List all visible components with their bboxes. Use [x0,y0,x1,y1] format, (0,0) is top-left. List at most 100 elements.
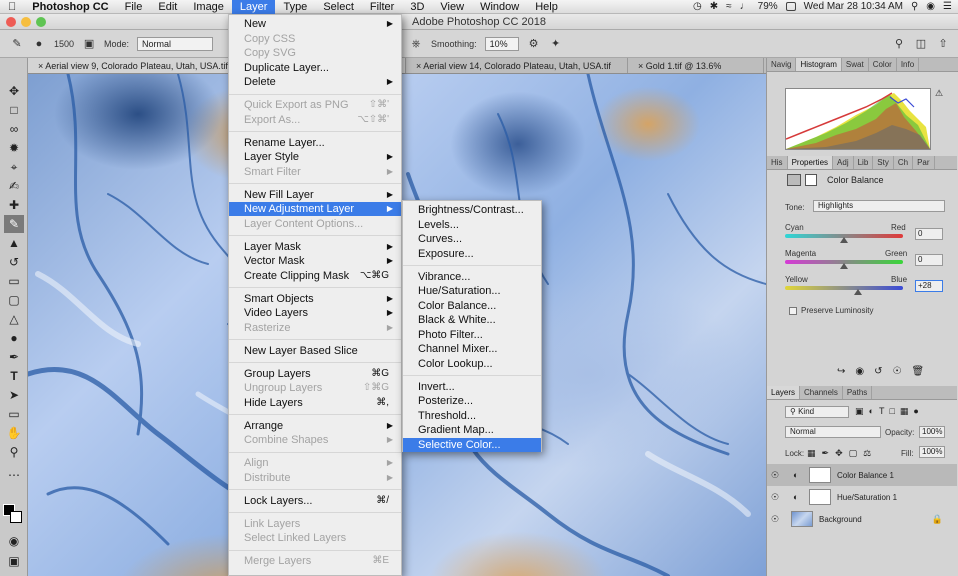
magenta-green-value[interactable]: 0 [915,254,943,266]
fill-input[interactable]: 100% [919,446,945,458]
tab-histogram[interactable]: Histogram [796,58,842,71]
workspace-icon[interactable]: ◫ [914,37,928,51]
layer-filter-select[interactable]: ⚲ Kind [785,406,849,418]
background-thumbnail[interactable] [791,511,813,527]
search-icon[interactable]: ⚲ [892,37,906,51]
menu-item-color-lookup[interactable]: Color Lookup... [403,357,541,371]
menu-window[interactable]: Window [472,0,527,14]
layer-mask-thumbnail[interactable] [809,467,831,483]
menu-item-exposure[interactable]: Exposure... [403,247,541,261]
menu-item-posterize[interactable]: Posterize... [403,394,541,408]
menu-type[interactable]: Type [275,0,315,14]
layer-name[interactable]: Color Balance 1 [837,471,894,480]
marquee-tool-icon[interactable]: □ [4,101,24,119]
tab-color[interactable]: Color [869,58,897,71]
apple-icon[interactable]:  [0,0,24,14]
menu-item-vibrance[interactable]: Vibrance... [403,270,541,284]
menu-item-create-clipping-mask[interactable]: Create Clipping Mask ⌥⌘G [229,269,401,283]
brush-panel-icon[interactable]: ▣ [82,37,96,51]
layer-row[interactable]: ☉ Background 🔒 [767,508,957,530]
tab-swatches[interactable]: Swat [842,58,869,71]
healing-tool-icon[interactable]: ✚ [4,196,24,214]
menu-item-layer-style[interactable]: Layer Style ▶ [229,150,401,164]
menu-item-selective-color[interactable]: Selective Color... [403,437,541,452]
menu-list-icon[interactable]: ☰ [943,1,952,12]
brush-tool-icon[interactable]: ✎ [4,215,24,233]
yellow-blue-value[interactable]: +28 [915,280,943,292]
tab-character[interactable]: Ch [894,156,914,169]
hand-tool-icon[interactable]: ✋ [4,424,24,442]
layer-mask-icon[interactable] [805,174,817,186]
tab-paths[interactable]: Paths [843,386,873,399]
lock-position-icon[interactable]: ✥ [835,448,843,459]
more-tools-icon[interactable]: ⋯ [4,466,24,484]
tab-document-3[interactable]: × Gold 1.tif @ 13.6% [628,58,764,73]
menu-item-hue-saturation[interactable]: Hue/Saturation... [403,284,541,298]
move-tool-icon[interactable]: ✥ [4,82,24,100]
eyedropper-tool-icon[interactable]: ✍ [4,177,24,195]
mode-select[interactable]: Normal [137,36,214,51]
lasso-tool-icon[interactable]: ∞ [4,120,24,138]
tab-properties[interactable]: Properties [787,156,834,169]
blur-tool-icon[interactable]: △ [4,310,24,328]
tab-document-2[interactable]: × Aerial view 14, Colorado Plateau, Utah… [406,58,628,73]
tab-adjustments[interactable]: Adj [833,156,854,169]
menu-view[interactable]: View [432,0,472,14]
menu-item-layer-mask[interactable]: Layer Mask ▶ [229,240,401,254]
menu-item-new-fill-layer[interactable]: New Fill Layer ▶ [229,188,401,202]
menu-image[interactable]: Image [185,0,232,14]
cyan-red-value[interactable]: 0 [915,228,943,240]
quick-select-tool-icon[interactable]: ✹ [4,139,24,157]
search-icon[interactable]: ⚲ [911,1,918,12]
menu-item-hide-layers[interactable]: Hide Layers ⌘, [229,396,401,410]
menu-item-duplicate-layer[interactable]: Duplicate Layer... [229,61,401,75]
eye-icon[interactable]: ☉ [767,492,783,503]
minimize-window-button[interactable] [21,17,31,27]
share-icon[interactable]: ⇧ [936,37,950,51]
close-window-button[interactable] [6,17,16,27]
menu-item-vector-mask[interactable]: Vector Mask ▶ [229,254,401,268]
dodge-tool-icon[interactable]: ● [4,329,24,347]
volume-icon[interactable]: ♩ [740,1,750,12]
eye-icon[interactable]: ☉ [767,514,783,525]
tab-info[interactable]: Info [897,58,920,71]
histogram-warning-icon[interactable]: ⚠ [935,88,943,99]
siri-icon[interactable]: ◉ [926,1,935,12]
smoothing-select[interactable]: 10% [484,36,519,51]
gear-icon[interactable]: ⚙ [527,37,541,51]
path-select-icon[interactable]: ➤ [4,386,24,404]
menu-item-black-white[interactable]: Black & White... [403,313,541,327]
brush-tool-icon[interactable]: ✎ [10,37,24,51]
airbrush-icon[interactable]: ⎈ [409,37,423,51]
layer-row[interactable]: ☉ ◐ Hue/Saturation 1 [767,486,957,508]
symmetry-icon[interactable]: ✦ [549,37,563,51]
menu-item-lock-layers[interactable]: Lock Layers... ⌘/ [229,494,401,508]
menu-item-video-layers[interactable]: Video Layers ▶ [229,306,401,320]
filter-toggle-icon[interactable]: ● [913,406,918,417]
menu-select[interactable]: Select [315,0,362,14]
menu-item-curves[interactable]: Curves... [403,232,541,246]
menu-item-new-adjustment-layer[interactable]: New Adjustment Layer ▶ [229,202,401,216]
cyan-red-thumb[interactable] [840,237,848,243]
tab-history[interactable]: His [767,156,788,169]
preserve-luminosity-checkbox[interactable] [789,307,797,315]
filter-type-icon[interactable]: T [879,406,885,417]
menu-app-name[interactable]: Photoshop CC [24,0,116,14]
shape-tool-icon[interactable]: ▭ [4,405,24,423]
battery-percent[interactable]: 79% [758,1,778,12]
reset-icon[interactable]: ↺ [874,366,882,377]
filter-pixel-icon[interactable]: ▣ [855,406,864,417]
menu-item-brightness-contrast[interactable]: Brightness/Contrast... [403,203,541,217]
screen-mode-icon[interactable]: ▣ [4,552,24,570]
clip-to-layer-icon[interactable]: ↪ [837,366,845,377]
menu-item-invert[interactable]: Invert... [403,380,541,394]
type-tool-icon[interactable]: T [4,367,24,385]
menu-item-smart-objects[interactable]: Smart Objects ▶ [229,292,401,306]
clock-icon[interactable]: ◷ [693,1,702,12]
quick-mask-icon[interactable]: ◉ [4,532,24,550]
menu-edit[interactable]: Edit [150,0,185,14]
view-previous-icon[interactable]: ◉ [855,366,864,377]
brush-preset-icon[interactable]: ● [32,37,46,51]
blend-mode-select[interactable]: Normal [785,426,881,438]
crop-tool-icon[interactable]: ⌖ [4,158,24,176]
